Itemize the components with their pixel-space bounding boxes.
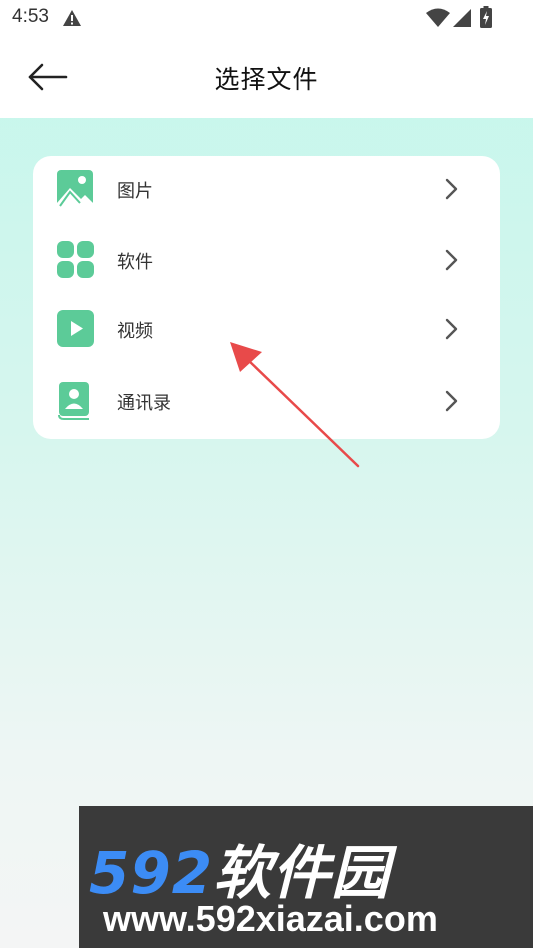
chevron-right-icon xyxy=(445,249,459,275)
status-time: 4:53 xyxy=(12,6,49,27)
warning-icon xyxy=(62,9,82,31)
contacts-icon xyxy=(57,382,95,420)
header: 选择文件 xyxy=(0,36,533,118)
page-title: 选择文件 xyxy=(214,65,319,94)
watermark-number: 592 xyxy=(89,839,214,907)
battery-icon xyxy=(480,6,492,32)
status-bar: 4:53 xyxy=(0,0,533,36)
list-item-label: 通讯录 xyxy=(117,393,171,414)
chevron-right-icon xyxy=(445,390,459,416)
list-item-label: 视频 xyxy=(117,321,153,342)
wifi-icon xyxy=(426,8,450,32)
list-item-label: 图片 xyxy=(117,181,153,202)
file-type-list: 图片 软件 视频 通讯录 xyxy=(33,156,500,439)
watermark-text: 软件园 xyxy=(213,839,391,907)
list-item-label: 软件 xyxy=(117,252,153,273)
chevron-right-icon xyxy=(445,178,459,204)
list-item-images[interactable]: 图片 xyxy=(33,158,500,218)
apps-icon xyxy=(57,241,95,279)
chevron-right-icon xyxy=(445,318,459,344)
signal-icon xyxy=(452,8,472,32)
list-item-contacts[interactable]: 通讯录 xyxy=(33,370,500,430)
watermark-url: www.592xiazai.com xyxy=(103,898,438,939)
image-icon xyxy=(57,170,95,208)
list-item-videos[interactable]: 视频 xyxy=(33,298,500,358)
watermark: 592软件园 www.592xiazai.com xyxy=(79,806,533,948)
list-item-apps[interactable]: 软件 xyxy=(33,229,500,289)
video-icon xyxy=(57,310,95,348)
